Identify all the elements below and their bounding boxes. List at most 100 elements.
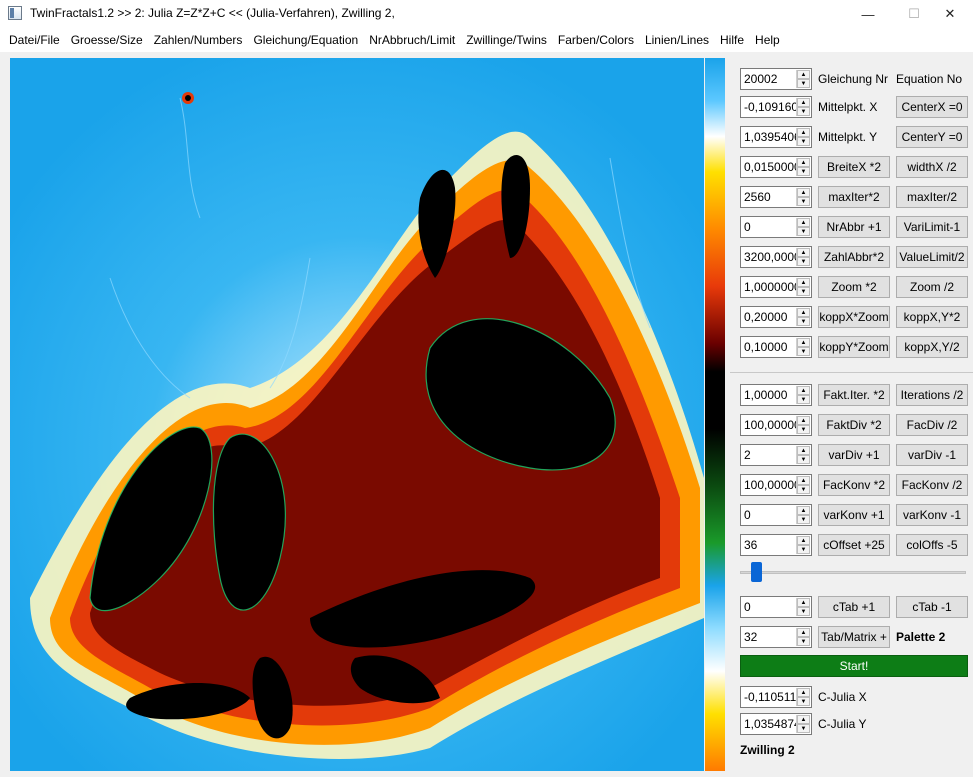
app-icon: [8, 6, 22, 20]
color-offset-plus-button[interactable]: cOffset +25: [818, 534, 890, 556]
panel-divider: [730, 372, 973, 373]
spin-up-icon: ▲: [797, 446, 810, 455]
value-limit-spinbox[interactable]: 3200,0000 ▲ ▼: [740, 246, 812, 268]
vari-limit-minus-button[interactable]: VariLimit-1: [896, 216, 968, 238]
spin-up-icon: ▲: [797, 715, 810, 724]
nr-abbr-plus-button[interactable]: NrAbbr +1: [818, 216, 890, 238]
zoom-x2-button[interactable]: Zoom *2: [818, 276, 890, 298]
nr-abbr-spinbox[interactable]: 0 ▲ ▼: [740, 216, 812, 238]
close-icon[interactable]: ✕: [927, 0, 973, 28]
spin-up-icon: ▲: [797, 278, 810, 287]
julia-x-spinbox[interactable]: -0,1105110 ▲ ▼: [740, 686, 812, 708]
max-iter-x2-button[interactable]: maxIter*2: [818, 186, 890, 208]
center-x-reset-button[interactable]: CenterX =0: [896, 96, 968, 118]
center-y-label: Mittelpkt. Y: [818, 130, 878, 144]
spin-up-icon: ▲: [797, 128, 810, 137]
julia-y-spinbox[interactable]: 1,0354874 ▲ ▼: [740, 713, 812, 735]
var-konv-spinbox[interactable]: 0 ▲ ▼: [740, 504, 812, 526]
zoom-spinbox[interactable]: 1,0000000 ▲ ▼: [740, 276, 812, 298]
start-button[interactable]: Start!: [740, 655, 968, 677]
kopp-x-spinbox[interactable]: 0,20000 ▲ ▼: [740, 306, 812, 328]
width-div2-button[interactable]: widthX /2: [896, 156, 968, 178]
var-div-spinbox[interactable]: 2 ▲ ▼: [740, 444, 812, 466]
spin-down-icon: ▼: [797, 515, 810, 524]
color-table-minus-button[interactable]: cTab -1: [896, 596, 968, 618]
julia-y-label: C-Julia Y: [818, 717, 867, 731]
julia-x-label: C-Julia X: [818, 690, 867, 704]
color-palette-bar: [705, 58, 725, 771]
zahl-abbr-x2-button[interactable]: ZahlAbbr*2: [818, 246, 890, 268]
menu-hilfe[interactable]: Hilfe: [715, 33, 749, 47]
menu-colors[interactable]: Farben/Colors: [553, 33, 639, 47]
title-bar: TwinFractals1.2 >> 2: Julia Z=Z*Z+C << (…: [0, 0, 973, 28]
spin-down-icon: ▼: [797, 167, 810, 176]
kopp-y-spinbox[interactable]: 0,10000 ▲ ▼: [740, 336, 812, 358]
value-limit-div2-button[interactable]: ValueLimit/2: [896, 246, 968, 268]
spin-up-icon: ▲: [797, 338, 810, 347]
zoom-div2-button[interactable]: Zoom /2: [896, 276, 968, 298]
spin-down-icon: ▼: [797, 317, 810, 326]
kopp-xy-x2-button[interactable]: koppX,Y*2: [896, 306, 968, 328]
width-spinbox[interactable]: 0,0150000 ▲ ▼: [740, 156, 812, 178]
fac-konv-div2-button[interactable]: FacKonv /2: [896, 474, 968, 496]
spin-up-icon: ▲: [797, 506, 810, 515]
tab-matrix-button[interactable]: Tab/Matrix +: [818, 626, 890, 648]
menu-lines[interactable]: Linien/Lines: [640, 33, 714, 47]
menu-help[interactable]: Help: [750, 33, 785, 47]
spin-up-icon: ▲: [797, 70, 810, 79]
var-konv-plus-button[interactable]: varKonv +1: [818, 504, 890, 526]
fakt-div-spinbox[interactable]: 100,00000 ▲ ▼: [740, 414, 812, 436]
menu-equation[interactable]: Gleichung/Equation: [248, 33, 363, 47]
menu-file[interactable]: Datei/File: [4, 33, 65, 47]
fac-konv-spinbox[interactable]: 100,00000 ▲ ▼: [740, 474, 812, 496]
var-div-minus-button[interactable]: varDiv -1: [896, 444, 968, 466]
minimize-icon[interactable]: —: [845, 0, 891, 28]
max-iter-div2-button[interactable]: maxIter/2: [896, 186, 968, 208]
equation-number-label: Gleichung Nr: [818, 72, 889, 86]
color-offset-slider[interactable]: [740, 560, 966, 584]
kopp-y-zoom-button[interactable]: koppY*Zoom: [818, 336, 890, 358]
spin-up-icon: ▲: [797, 688, 810, 697]
menu-twins[interactable]: Zwillinge/Twins: [461, 33, 552, 47]
center-y-spinbox[interactable]: 1,0395406 ▲ ▼: [740, 126, 812, 148]
kopp-xy-div2-button[interactable]: koppX,Y/2: [896, 336, 968, 358]
var-div-plus-button[interactable]: varDiv +1: [818, 444, 890, 466]
fractal-image: [10, 58, 704, 771]
fractal-canvas[interactable]: [10, 58, 704, 771]
color-offset-minus-button[interactable]: colOffs -5: [896, 534, 968, 556]
iterations-div2-button[interactable]: Iterations /2: [896, 384, 968, 406]
spin-up-icon: ▲: [797, 98, 810, 107]
fakt-iter-x2-button[interactable]: Fakt.Iter. *2: [818, 384, 890, 406]
palette-size-spinbox[interactable]: 32 ▲ ▼: [740, 626, 812, 648]
equation-no-label: Equation No: [896, 72, 963, 86]
center-y-reset-button[interactable]: CenterY =0: [896, 126, 968, 148]
color-offset-spinbox[interactable]: 36 ▲ ▼: [740, 534, 812, 556]
fac-div-div2-button[interactable]: FacDiv /2: [896, 414, 968, 436]
width-x2-button[interactable]: BreiteX *2: [818, 156, 890, 178]
spin-down-icon: ▼: [797, 79, 810, 88]
spin-down-icon: ▼: [797, 485, 810, 494]
menu-size[interactable]: Groesse/Size: [66, 33, 148, 47]
spin-up-icon: ▲: [797, 476, 810, 485]
spin-up-icon: ▲: [797, 416, 810, 425]
menu-limit[interactable]: NrAbbruch/Limit: [364, 33, 460, 47]
center-x-label: Mittelpkt. X: [818, 100, 878, 114]
spin-up-icon: ▲: [797, 628, 810, 637]
var-konv-minus-button[interactable]: varKonv -1: [896, 504, 968, 526]
slider-thumb[interactable]: [751, 562, 762, 582]
max-iter-spinbox[interactable]: 2560 ▲ ▼: [740, 186, 812, 208]
slider-track: [740, 571, 966, 574]
center-x-spinbox[interactable]: -0,1091600 ▲ ▼: [740, 96, 812, 118]
menu-bar: Datei/File Groesse/Size Zahlen/Numbers G…: [0, 28, 973, 52]
color-table-spinbox[interactable]: 0 ▲ ▼: [740, 596, 812, 618]
fakt-div-x2-button[interactable]: FaktDiv *2: [818, 414, 890, 436]
control-panel: 20002 ▲ ▼ Gleichung Nr Equation No -0,109…: [730, 58, 973, 777]
spin-down-icon: ▼: [797, 137, 810, 146]
spin-down-icon: ▼: [797, 257, 810, 266]
fac-konv-x2-button[interactable]: FacKonv *2: [818, 474, 890, 496]
fakt-iter-spinbox[interactable]: 1,00000 ▲ ▼: [740, 384, 812, 406]
color-table-plus-button[interactable]: cTab +1: [818, 596, 890, 618]
menu-numbers[interactable]: Zahlen/Numbers: [149, 33, 248, 47]
kopp-x-zoom-button[interactable]: koppX*Zoom: [818, 306, 890, 328]
equation-number-spinbox[interactable]: 20002 ▲ ▼: [740, 68, 812, 90]
